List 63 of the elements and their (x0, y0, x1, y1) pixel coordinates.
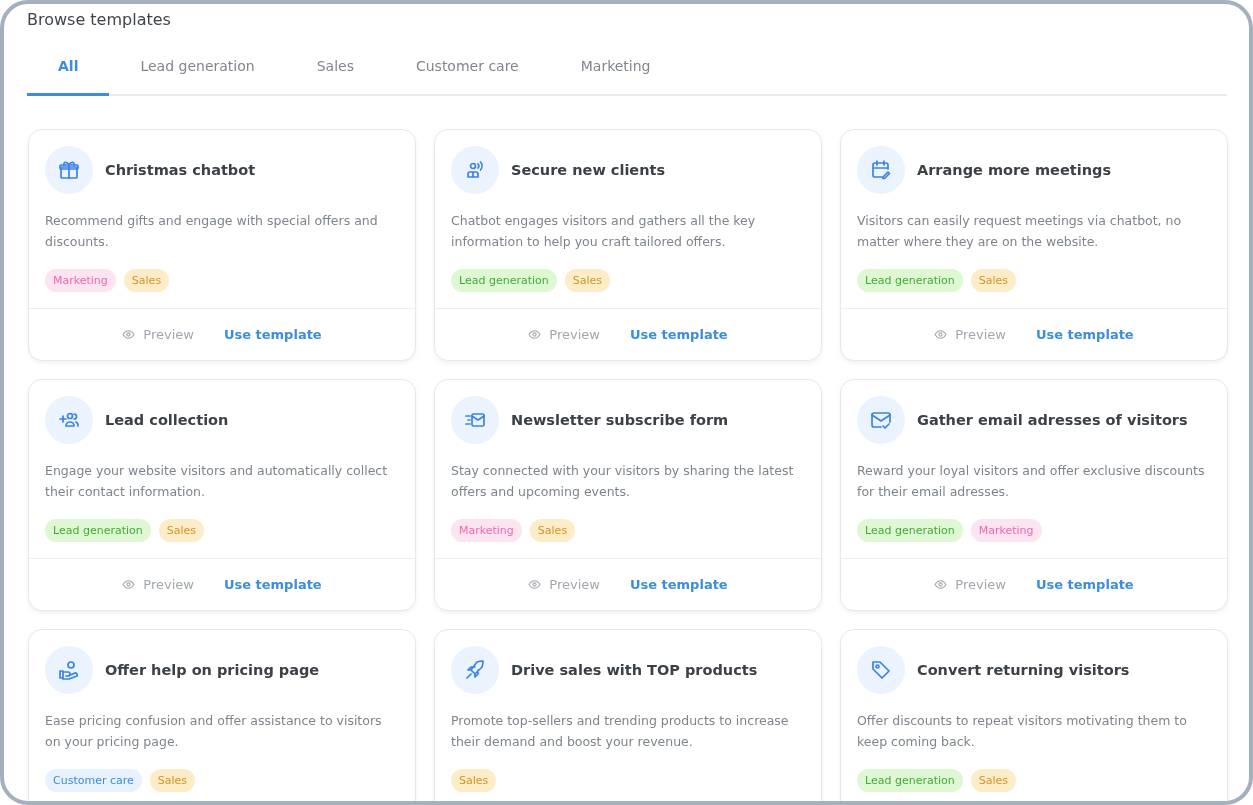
card-description: Ease pricing confusion and offer assistance to visitors on your pricing page. (44, 712, 383, 751)
card-description: Recommend gifts and engage with special offers and discounts. (44, 212, 379, 251)
category-tag: Marketing (45, 269, 116, 292)
card-title: Convert returning visitors (917, 662, 1130, 678)
category-tag: Sales (529, 519, 576, 542)
card-description: Reward your loyal visitors and offer exclusive discounts for their email adresses. (856, 462, 1206, 501)
card-title: Offer help on pricing page (105, 662, 320, 678)
category-tab[interactable]: Customer care (384, 41, 550, 96)
category-tag: Sales (970, 769, 1017, 792)
category-tab[interactable]: Marketing (549, 41, 682, 96)
preview-button[interactable]: Preview (528, 577, 600, 592)
category-tag: Marketing (451, 519, 522, 542)
use-template-button[interactable]: Use template (1035, 327, 1134, 342)
card-title: Drive sales with TOP products (511, 662, 758, 678)
category-tag: Sales (970, 269, 1017, 292)
preview-button[interactable]: Preview (122, 327, 194, 342)
category-tag: Sales (123, 269, 170, 292)
category-tag: Lead generation (857, 269, 963, 292)
rocket-icon (463, 658, 487, 682)
card-description: Chatbot engages visitors and gathers all the key information to help you craft tailored offers. (450, 212, 757, 251)
preview-button[interactable]: Preview (528, 327, 600, 342)
eye-icon (934, 328, 948, 341)
use-template-button[interactable]: Use template (1035, 577, 1134, 592)
card-title: Christmas chatbot (105, 162, 256, 178)
eye-icon (122, 578, 136, 591)
use-template-button[interactable]: Use template (629, 577, 728, 592)
category-tag: Lead generation (451, 269, 557, 292)
card-description: Stay connected with your visitors by sharing the latest offers and upcoming events. (450, 462, 795, 501)
category-tab[interactable]: Sales (285, 41, 385, 96)
category-tag: Sales (149, 769, 196, 792)
eye-icon (122, 328, 136, 341)
tag-icon (869, 658, 893, 682)
eye-icon (528, 328, 542, 341)
category-tag: Marketing (970, 519, 1042, 542)
card-title: Secure new clients (511, 162, 666, 178)
category-tag: Sales (564, 269, 611, 292)
use-template-button[interactable]: Use template (223, 327, 322, 342)
card-description: Promote top-sellers and trending products to increase their demand and boost your revenue. (450, 712, 790, 751)
category-tag: Lead generation (857, 519, 963, 542)
preview-button[interactable]: Preview (934, 577, 1006, 592)
card-title: Newsletter subscribe form (511, 412, 729, 428)
eye-icon (528, 578, 542, 591)
page-title: Browse templates (27, 9, 172, 31)
use-template-button[interactable]: Use template (223, 577, 322, 592)
use-template-button[interactable]: Use template (629, 327, 728, 342)
preview-button[interactable]: Preview (122, 577, 194, 592)
card-description: Visitors can easily request meetings via chatbot, no matter where they are on the website. (856, 212, 1183, 251)
category-tag: Sales (451, 769, 497, 792)
category-tab[interactable]: All (27, 41, 110, 96)
category-tag: Lead generation (857, 769, 963, 792)
category-tag: Sales (158, 519, 205, 542)
calendar-edit-icon (869, 158, 893, 182)
card-description: Offer discounts to repeat visitors motivating them to keep coming back. (856, 712, 1188, 751)
card-description: Engage your website visitors and automatically collect their contact information. (44, 462, 389, 501)
category-tag: Lead generation (45, 519, 151, 542)
category-tag: Customer care (45, 769, 142, 792)
card-title: Arrange more meetings (917, 162, 1111, 178)
category-tab[interactable]: Lead generation (109, 41, 286, 96)
card-title: Gather email adresses of visitors (917, 412, 1188, 428)
eye-icon (934, 578, 948, 591)
preview-button[interactable]: Preview (934, 327, 1006, 342)
card-title: Lead collection (105, 412, 229, 428)
hand-person-icon (57, 658, 81, 682)
